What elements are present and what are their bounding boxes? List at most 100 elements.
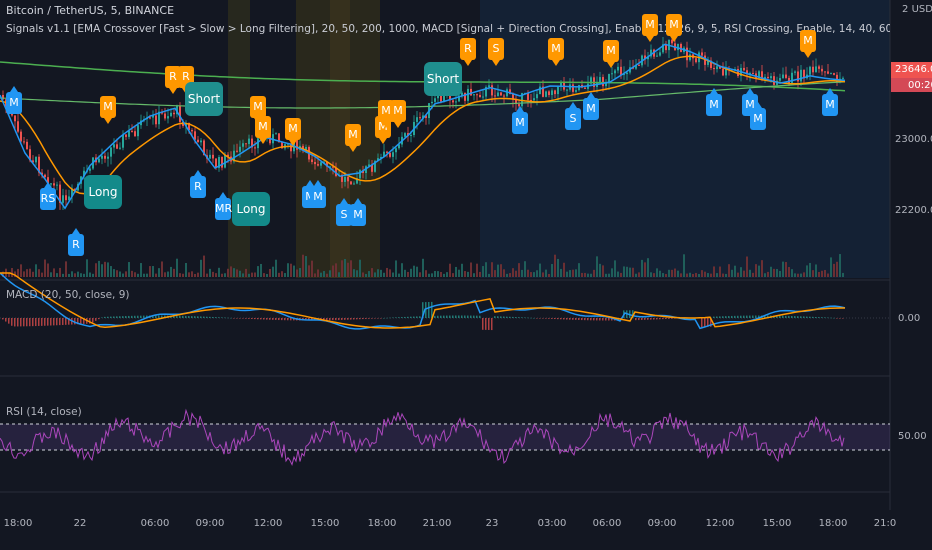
candle-body: [611, 73, 613, 75]
study-legend[interactable]: Signals v1.1 [EMA Crossover [Fast > Slow…: [6, 23, 890, 35]
volume-bar: [701, 270, 703, 277]
volume-bar: [824, 269, 826, 277]
volume-bar: [566, 271, 568, 277]
volume-bar: [176, 258, 178, 277]
volume-bar: [95, 263, 97, 277]
candle-body: [617, 66, 619, 71]
price-axis-unit: USDT: [911, 4, 932, 15]
price-label-22200: 22200.00: [895, 205, 932, 216]
volume-bar: [770, 266, 772, 277]
macd-hist-bar: [662, 318, 664, 320]
macd-hist-bar: [182, 315, 184, 318]
candle-body: [638, 64, 640, 66]
volume-bar: [254, 272, 256, 277]
volume-bar: [287, 263, 289, 277]
rsi-legend[interactable]: RSI (14, close): [6, 406, 82, 418]
volume-bar: [314, 273, 316, 277]
candle-body: [128, 130, 130, 137]
chart-canvas[interactable]: [0, 0, 932, 550]
volume-bar: [140, 263, 142, 277]
candle-body: [389, 152, 391, 157]
time-label: 12:00: [705, 518, 735, 529]
volume-bar: [461, 263, 463, 277]
macd-hist-bar: [443, 315, 445, 318]
buy-signal-marker: M: [583, 92, 599, 120]
volume-bar: [149, 266, 151, 277]
candle-body: [275, 133, 277, 135]
macd-hist-bar: [107, 316, 109, 318]
volume-bar: [650, 272, 652, 277]
volume-bar: [416, 266, 418, 277]
candle-body: [410, 134, 412, 136]
macd-hist-bar: [38, 318, 40, 326]
candle-body: [752, 72, 754, 74]
volume-bar: [29, 268, 31, 277]
volume-bar: [641, 259, 643, 277]
sell-signal-marker: M: [666, 14, 682, 42]
macd-hist-bar: [8, 318, 10, 324]
candle-body: [602, 77, 604, 87]
macd-hist-bar: [605, 318, 607, 321]
macd-hist-bar: [275, 318, 277, 320]
volume-bar: [608, 273, 610, 277]
macd-hist-bar: [353, 318, 355, 320]
volume-bar: [506, 273, 508, 277]
macd-hist-bar: [29, 318, 31, 327]
macd-hist-bar: [806, 316, 808, 318]
volume-bar: [353, 269, 355, 277]
sell-signal-marker: M: [642, 14, 658, 42]
volume-bar: [47, 263, 49, 277]
volume-bar: [713, 266, 715, 277]
macd-hist-bar: [665, 318, 667, 319]
macd-hist-bar: [608, 318, 610, 321]
macd-hist-bar: [248, 318, 250, 319]
volume-bar: [722, 273, 724, 277]
macd-hist-bar: [521, 317, 523, 318]
macd-hist-bar: [647, 318, 649, 320]
sell-signal-marker: R: [460, 38, 476, 66]
volume-bar: [533, 272, 535, 277]
macd-hist-bar: [137, 315, 139, 318]
candle-body: [197, 139, 199, 143]
macd-hist-bar: [50, 318, 52, 326]
volume-bar: [89, 272, 91, 277]
volume-bar: [512, 268, 514, 277]
candle-body: [239, 146, 241, 152]
volume-bar: [680, 273, 682, 277]
buy-signal-marker: RS: [40, 182, 56, 210]
candle-body: [317, 164, 319, 166]
volume-bar: [320, 272, 322, 277]
candle-body: [470, 88, 472, 96]
candle-body: [17, 121, 19, 132]
tradingview-chart[interactable]: Bitcoin / TetherUS, 5, BINANCE Signals v…: [0, 0, 932, 550]
volume-bar: [161, 261, 163, 277]
macd-hist-bar: [419, 316, 421, 318]
volume-bar: [548, 273, 550, 277]
symbol-title[interactable]: Bitcoin / TetherUS, 5, BINANCE: [6, 4, 174, 17]
macd-legend[interactable]: MACD (20, 50, close, 9): [6, 289, 129, 301]
volume-bar: [395, 260, 397, 277]
volume-bar: [545, 269, 547, 277]
candle-body: [347, 176, 349, 182]
volume-bar: [278, 272, 280, 277]
macd-hist-bar: [527, 317, 529, 319]
volume-bar: [356, 270, 358, 277]
candle-body: [392, 152, 394, 157]
candle-body: [827, 71, 829, 74]
macd-hist-bar: [158, 315, 160, 318]
macd-hist-bar: [557, 318, 559, 320]
volume-bar: [305, 256, 307, 277]
macd-hist-bar: [485, 318, 487, 330]
macd-hist-bar: [809, 316, 811, 318]
volume-bar: [128, 262, 130, 277]
macd-hist-bar: [284, 318, 286, 321]
macd-hist-bar: [701, 318, 703, 328]
sell-signal-marker: S: [488, 38, 504, 66]
macd-hist-bar: [53, 318, 55, 326]
volume-bar: [596, 256, 598, 277]
macd-hist-bar: [572, 318, 574, 320]
buy-signal-marker: S: [565, 102, 581, 130]
macd-hist-bar: [209, 316, 211, 318]
macd-hist-bar: [17, 318, 19, 327]
macd-hist-bar: [128, 315, 130, 318]
